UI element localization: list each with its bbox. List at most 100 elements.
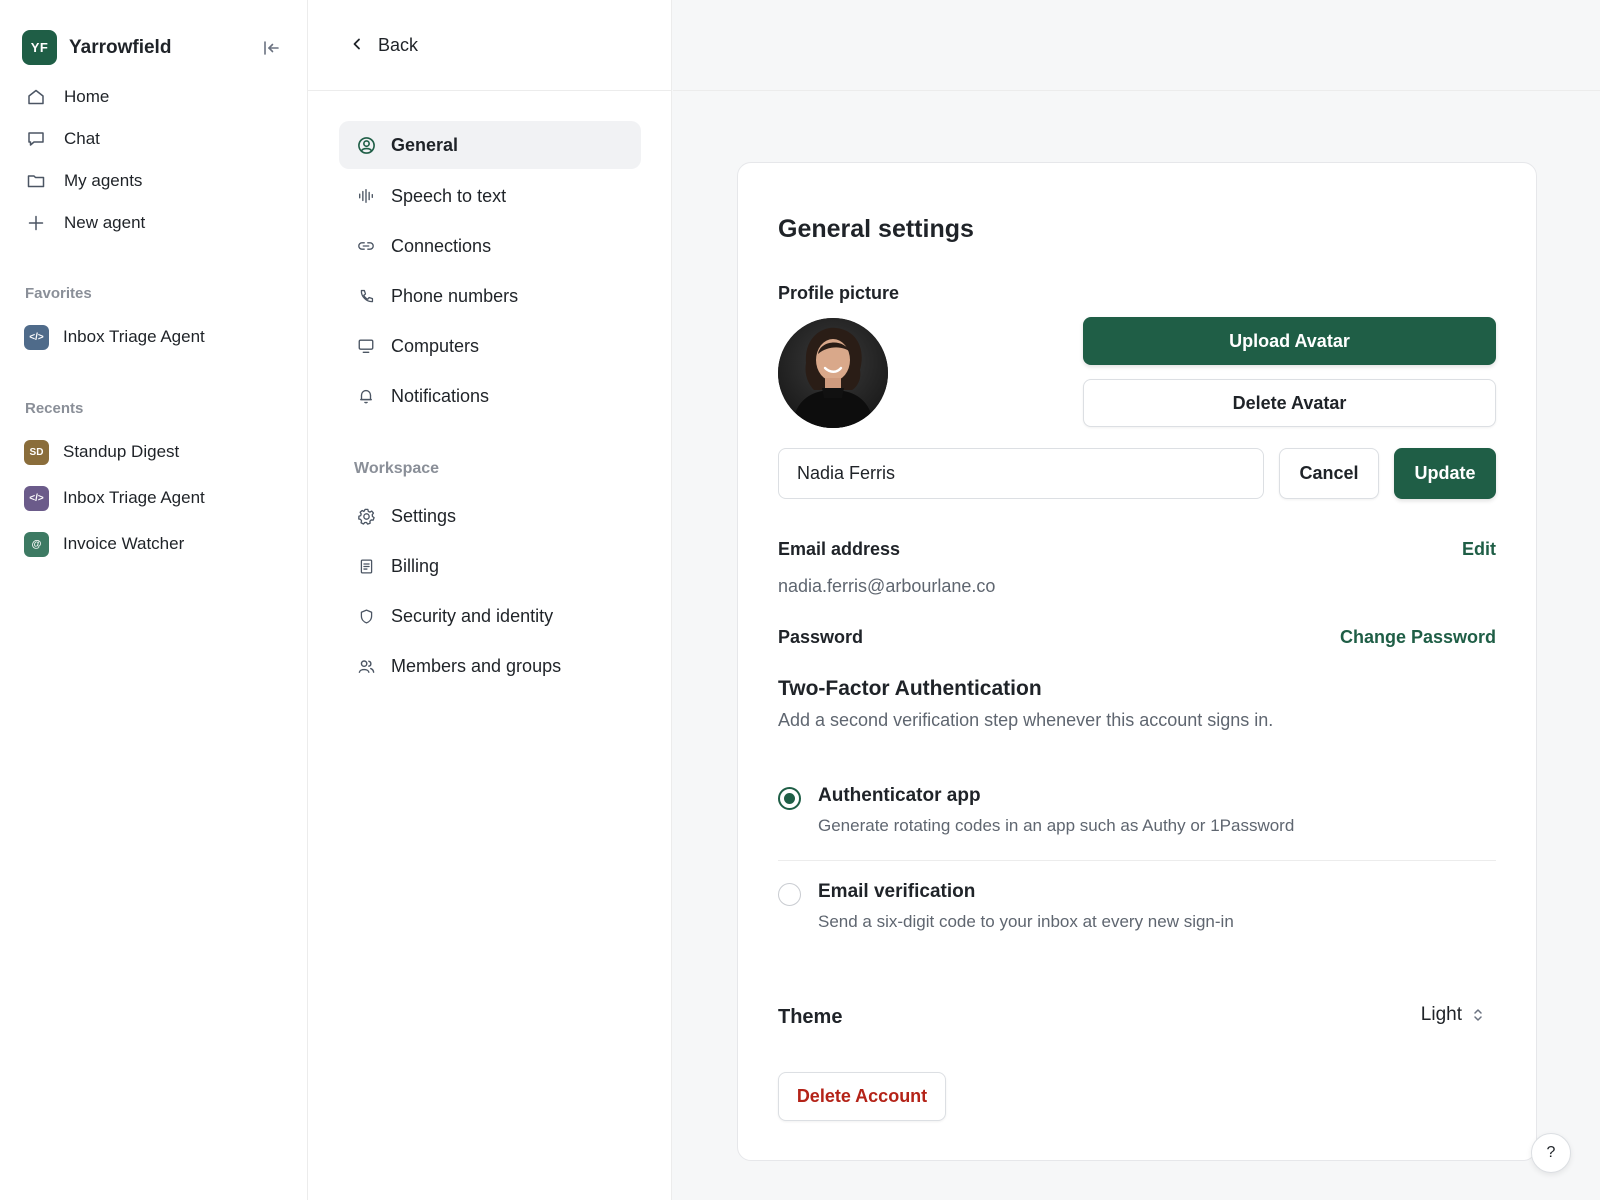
option-description: Send a six-digit code to your inbox at e…: [818, 912, 1234, 931]
password-label: Password: [778, 627, 864, 647]
settings-item-computers[interactable]: Computers: [339, 321, 641, 371]
cancel-button[interactable]: Cancel: [1279, 448, 1379, 499]
recent-item[interactable]: </> Inbox Triage Agent: [24, 475, 286, 521]
settings-item-label: Computers: [391, 335, 480, 356]
nav-item-chat[interactable]: Chat: [22, 118, 284, 160]
favorite-item[interactable]: </> Inbox Triage Agent: [24, 314, 286, 360]
main-nav: Home Chat My agents New agent: [22, 76, 284, 244]
at-sign-icon: @: [24, 531, 49, 557]
settings-item-label: Notifications: [391, 385, 490, 406]
workspace-logo[interactable]: YF: [22, 30, 57, 65]
page-title: General settings: [778, 215, 974, 243]
settings-item-phone-numbers[interactable]: Phone numbers: [339, 271, 641, 321]
profile-picture-label: Profile picture: [778, 283, 900, 303]
divider: [778, 860, 1496, 861]
general-settings-card: General settings Profile picture Upload …: [737, 162, 1537, 1161]
two-factor-heading: Two-Factor Authentication: [778, 677, 1042, 700]
user-circle-icon: [355, 136, 377, 155]
settings-item-speech-to-text[interactable]: Speech to text: [339, 171, 641, 221]
theme-value: Light: [1420, 1004, 1462, 1025]
collapse-sidebar-icon[interactable]: [258, 35, 284, 61]
link-icon: [355, 237, 377, 255]
chat-icon: [26, 129, 54, 149]
code-icon: </>: [24, 324, 49, 350]
recents-heading: Recents: [25, 400, 84, 417]
receipt-icon: [355, 558, 377, 575]
users-icon: [355, 657, 377, 676]
delete-avatar-button[interactable]: Delete Avatar: [1083, 379, 1496, 427]
option-title: Email verification: [818, 881, 976, 902]
delete-account-button[interactable]: Delete Account: [778, 1072, 946, 1121]
avatar: [778, 318, 888, 428]
code-icon: </>: [24, 485, 49, 511]
settings-item-label: Settings: [391, 505, 457, 526]
recent-item[interactable]: SD Standup Digest: [24, 429, 286, 475]
settings-item-label: Connections: [391, 235, 492, 256]
monitor-icon: [355, 337, 377, 355]
upload-avatar-button[interactable]: Upload Avatar: [1083, 317, 1496, 365]
bell-icon: [355, 387, 377, 405]
agent-badge: SD: [24, 439, 49, 465]
radio-selected[interactable]: [778, 787, 801, 810]
workspace-heading: Workspace: [354, 460, 440, 477]
nav-label: New agent: [64, 213, 146, 232]
settings-item-connections[interactable]: Connections: [339, 221, 641, 271]
chevron-up-down-icon: [1472, 1008, 1484, 1022]
agent-label: Inbox Triage Agent: [63, 327, 205, 346]
back-button[interactable]: Back: [308, 0, 671, 91]
settings-item-notifications[interactable]: Notifications: [339, 371, 641, 421]
workspace-nav-list: Settings Billing Security and identity M…: [339, 491, 641, 691]
radio-unselected[interactable]: [778, 883, 801, 906]
workspace-name[interactable]: Yarrowfield: [69, 37, 171, 59]
name-input[interactable]: [778, 448, 1264, 499]
home-icon: [26, 87, 54, 107]
settings-item-members[interactable]: Members and groups: [339, 641, 641, 691]
settings-item-label: Phone numbers: [391, 285, 519, 306]
settings-item-settings[interactable]: Settings: [339, 491, 641, 541]
help-button[interactable]: ?: [1531, 1133, 1571, 1173]
recents-list: SD Standup Digest </> Inbox Triage Agent…: [24, 429, 286, 567]
theme-select[interactable]: Light: [1421, 1004, 1484, 1026]
change-password-link[interactable]: Change Password: [1340, 627, 1496, 648]
agent-label: Invoice Watcher: [63, 534, 185, 553]
two-factor-description: Add a second verification step whenever …: [778, 710, 1274, 730]
waveform-icon: [355, 187, 377, 205]
email-label: Email address: [778, 539, 901, 559]
back-label: Back: [378, 34, 419, 55]
nav-item-new-agent[interactable]: New agent: [22, 202, 284, 244]
favorites-list: </> Inbox Triage Agent: [24, 314, 286, 360]
nav-label: Chat: [64, 129, 100, 148]
settings-item-label: Billing: [391, 555, 440, 576]
update-button[interactable]: Update: [1394, 448, 1496, 499]
recent-item[interactable]: @ Invoice Watcher: [24, 521, 286, 567]
settings-item-security[interactable]: Security and identity: [339, 591, 641, 641]
folder-icon: [26, 171, 54, 191]
agent-label: Inbox Triage Agent: [63, 488, 205, 507]
sidebar: YF Yarrowfield Home Chat My agents New a…: [0, 0, 308, 1200]
gear-icon: [355, 507, 377, 526]
nav-label: Home: [64, 87, 110, 106]
brand-header: YF Yarrowfield: [22, 30, 284, 65]
nav-item-home[interactable]: Home: [22, 76, 284, 118]
chevron-left-icon: [350, 35, 364, 56]
email-value: nadia.ferris@arbourlane.co: [778, 576, 996, 596]
edit-email-link[interactable]: Edit: [1462, 539, 1496, 560]
phone-icon: [355, 288, 377, 305]
option-description: Generate rotating codes in an app such a…: [818, 816, 1295, 835]
settings-item-label: Members and groups: [391, 655, 562, 676]
theme-label: Theme: [778, 1006, 843, 1028]
settings-item-billing[interactable]: Billing: [339, 541, 641, 591]
settings-nav: Back General Speech to text Connections …: [308, 0, 672, 1200]
settings-item-label: Security and identity: [391, 605, 554, 626]
shield-icon: [355, 608, 377, 625]
main-header: [673, 0, 1600, 91]
option-title: Authenticator app: [818, 785, 981, 806]
nav-label: My agents: [64, 171, 143, 190]
agent-label: Standup Digest: [63, 442, 180, 461]
settings-item-general[interactable]: General: [339, 121, 641, 169]
settings-item-label: Speech to text: [391, 185, 507, 206]
plus-icon: [26, 213, 54, 233]
nav-item-my-agents[interactable]: My agents: [22, 160, 284, 202]
settings-item-label: General: [391, 134, 459, 155]
favorites-heading: Favorites: [25, 285, 92, 302]
